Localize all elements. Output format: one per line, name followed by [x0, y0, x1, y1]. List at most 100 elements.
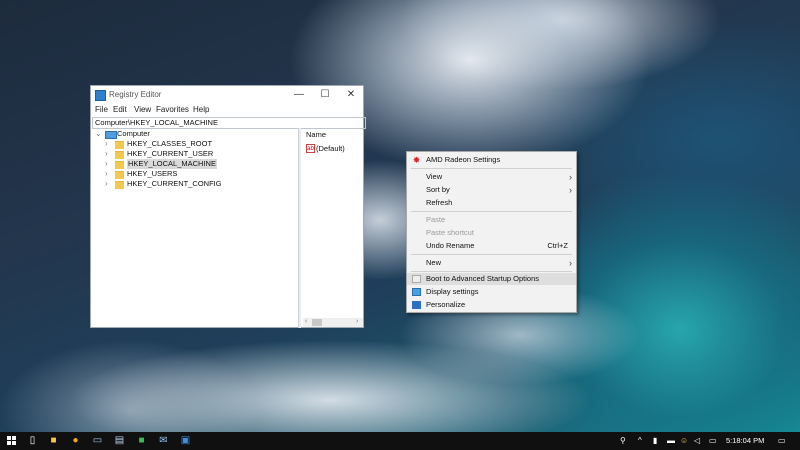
- tree-item-hkey-users[interactable]: › HKEY_USERS: [105, 169, 235, 179]
- volume-icon[interactable]: ◁: [694, 436, 700, 446]
- folder-icon: [115, 141, 124, 149]
- expand-chevron-icon[interactable]: ›: [105, 179, 113, 189]
- task-view-icon[interactable]: ▯: [27, 435, 38, 446]
- menu-item-label: New: [426, 258, 442, 267]
- registry-editor-icon[interactable]: ▣: [180, 435, 191, 446]
- menu-item-label: Undo Rename: [426, 241, 475, 250]
- tree-item-label: HKEY_CLASSES_ROOT: [127, 139, 213, 148]
- menu-item-label: AMD Radeon Settings: [426, 155, 501, 164]
- chrome-icon[interactable]: ●: [70, 435, 81, 446]
- menu-item-amd-radeon-settings[interactable]: ✸ AMD Radeon Settings: [407, 154, 576, 166]
- taskbar: ▯ ■ ● ▭ ▤ ■ ✉ ▣ ⚲ ^ ▮ ▬ ☺ ◁ ▭ 5:18:04 PM…: [0, 432, 800, 450]
- tree-root-label: Computer: [117, 129, 150, 138]
- display-settings-icon: [412, 288, 421, 296]
- file-explorer-icon[interactable]: ■: [48, 435, 59, 446]
- menu-item-label: View: [426, 172, 443, 181]
- pane-splitter[interactable]: [298, 128, 301, 328]
- boot-options-icon: [412, 275, 421, 283]
- scroll-right-icon[interactable]: ›: [356, 318, 358, 325]
- menu-separator: [411, 254, 572, 255]
- expand-chevron-icon[interactable]: ›: [105, 139, 113, 149]
- registry-editor-window[interactable]: Registry Editor — ☐ ✕ File Edit View Fav…: [90, 85, 366, 328]
- menu-item-label: Paste: [426, 215, 446, 224]
- submenu-arrow-icon: ›: [569, 258, 572, 268]
- menu-bar: File Edit View Favorites Help: [91, 105, 363, 117]
- menu-item-paste-shortcut[interactable]: Paste shortcut: [407, 227, 576, 239]
- submenu-arrow-icon: ›: [569, 172, 572, 182]
- menu-separator: [411, 271, 572, 272]
- menu-item-label: Paste shortcut: [426, 228, 474, 237]
- folder-icon: [115, 181, 124, 189]
- menu-file[interactable]: File: [95, 105, 108, 114]
- submenu-arrow-icon: ›: [569, 185, 572, 195]
- computer-icon: [105, 131, 117, 139]
- key-tree[interactable]: ⌄ Computer › HKEY_CLASSES_ROOT › HKEY_CU…: [92, 128, 299, 326]
- menu-item-display-settings[interactable]: Display settings: [407, 286, 576, 298]
- taskbar-clock[interactable]: 5:18:04 PM: [726, 436, 764, 445]
- tree-item-hkey-classes-root[interactable]: › HKEY_CLASSES_ROOT: [105, 139, 235, 149]
- tree-root[interactable]: ⌄ Computer: [95, 129, 215, 139]
- menu-item-label: Personalize: [426, 300, 466, 309]
- tree-item-hkey-current-config[interactable]: › HKEY_CURRENT_CONFIG: [105, 179, 235, 189]
- chat-icon[interactable]: ■: [136, 435, 147, 446]
- menu-separator: [411, 211, 572, 212]
- menu-item-label: Display settings: [426, 287, 479, 296]
- menu-favorites[interactable]: Favorites: [156, 105, 189, 114]
- menu-view[interactable]: View: [134, 105, 151, 114]
- menu-item-personalize[interactable]: Personalize: [407, 299, 576, 311]
- menu-item-new[interactable]: New ›: [407, 257, 576, 269]
- battery-icon[interactable]: ▬: [667, 436, 675, 446]
- tree-item-label: HKEY_LOCAL_MACHINE: [127, 159, 217, 169]
- folder-icon: [115, 171, 124, 179]
- network-icon[interactable]: ▮: [653, 436, 657, 446]
- expand-chevron-icon[interactable]: ›: [105, 169, 113, 179]
- chevron-up-icon[interactable]: ^: [638, 436, 642, 446]
- mail-icon[interactable]: ✉: [158, 435, 169, 446]
- maximize-button[interactable]: ☐: [312, 87, 338, 102]
- scroll-thumb[interactable]: [312, 319, 322, 326]
- close-button[interactable]: ✕: [338, 87, 364, 102]
- menu-item-undo-rename[interactable]: Undo Rename Ctrl+Z: [407, 240, 576, 252]
- menu-item-sort-by[interactable]: Sort by ›: [407, 184, 576, 196]
- personalize-icon: [412, 301, 421, 309]
- amd-radeon-icon: ✸: [412, 155, 421, 165]
- horizontal-scrollbar[interactable]: ‹ ›: [303, 318, 363, 327]
- network-computer-icon[interactable]: ▭: [92, 435, 103, 446]
- folder-icon: [115, 161, 124, 169]
- values-pane[interactable]: Name ab (Default): [303, 128, 363, 328]
- document-icon[interactable]: ▤: [114, 435, 125, 446]
- menu-item-label: Boot to Advanced Startup Options: [426, 274, 539, 283]
- collapse-chevron-icon[interactable]: ⌄: [95, 129, 103, 139]
- menu-help[interactable]: Help: [193, 105, 209, 114]
- menu-item-view[interactable]: View ›: [407, 171, 576, 183]
- registry-editor-icon: [95, 90, 106, 101]
- menu-edit[interactable]: Edit: [113, 105, 127, 114]
- menu-item-boot-advanced-startup[interactable]: Boot to Advanced Startup Options: [407, 273, 576, 285]
- desktop-context-menu: ✸ AMD Radeon Settings View › Sort by › R…: [406, 151, 577, 313]
- keyboard-shortcut: Ctrl+Z: [547, 241, 568, 250]
- tree-item-hkey-current-user[interactable]: › HKEY_CURRENT_USER: [105, 149, 235, 159]
- minimize-button[interactable]: —: [286, 87, 312, 102]
- menu-item-label: Sort by: [426, 185, 450, 194]
- scroll-left-icon[interactable]: ‹: [305, 318, 307, 325]
- tree-item-label: HKEY_CURRENT_USER: [127, 149, 214, 158]
- string-value-icon: ab: [306, 144, 315, 153]
- emoji-icon[interactable]: ☺: [680, 436, 688, 446]
- tree-item-hkey-local-machine[interactable]: › HKEY_LOCAL_MACHINE: [105, 159, 235, 169]
- expand-chevron-icon[interactable]: ›: [105, 159, 113, 169]
- tree-item-label: HKEY_CURRENT_CONFIG: [127, 179, 222, 188]
- column-header-name[interactable]: Name: [306, 130, 326, 139]
- window-title: Registry Editor: [109, 90, 162, 99]
- menu-item-paste[interactable]: Paste: [407, 214, 576, 226]
- default-value-name[interactable]: (Default): [316, 144, 345, 153]
- menu-item-label: Refresh: [426, 198, 453, 207]
- menu-item-refresh[interactable]: Refresh: [407, 197, 576, 209]
- action-center-icon[interactable]: ▭: [778, 436, 786, 446]
- tree-item-label: HKEY_USERS: [127, 169, 178, 178]
- windows-start-icon[interactable]: [6, 435, 17, 446]
- title-bar[interactable]: Registry Editor — ☐ ✕: [91, 86, 363, 104]
- menu-separator: [411, 168, 572, 169]
- expand-chevron-icon[interactable]: ›: [105, 149, 113, 159]
- keyboard-icon[interactable]: ▭: [709, 436, 717, 446]
- people-icon[interactable]: ⚲: [620, 436, 626, 446]
